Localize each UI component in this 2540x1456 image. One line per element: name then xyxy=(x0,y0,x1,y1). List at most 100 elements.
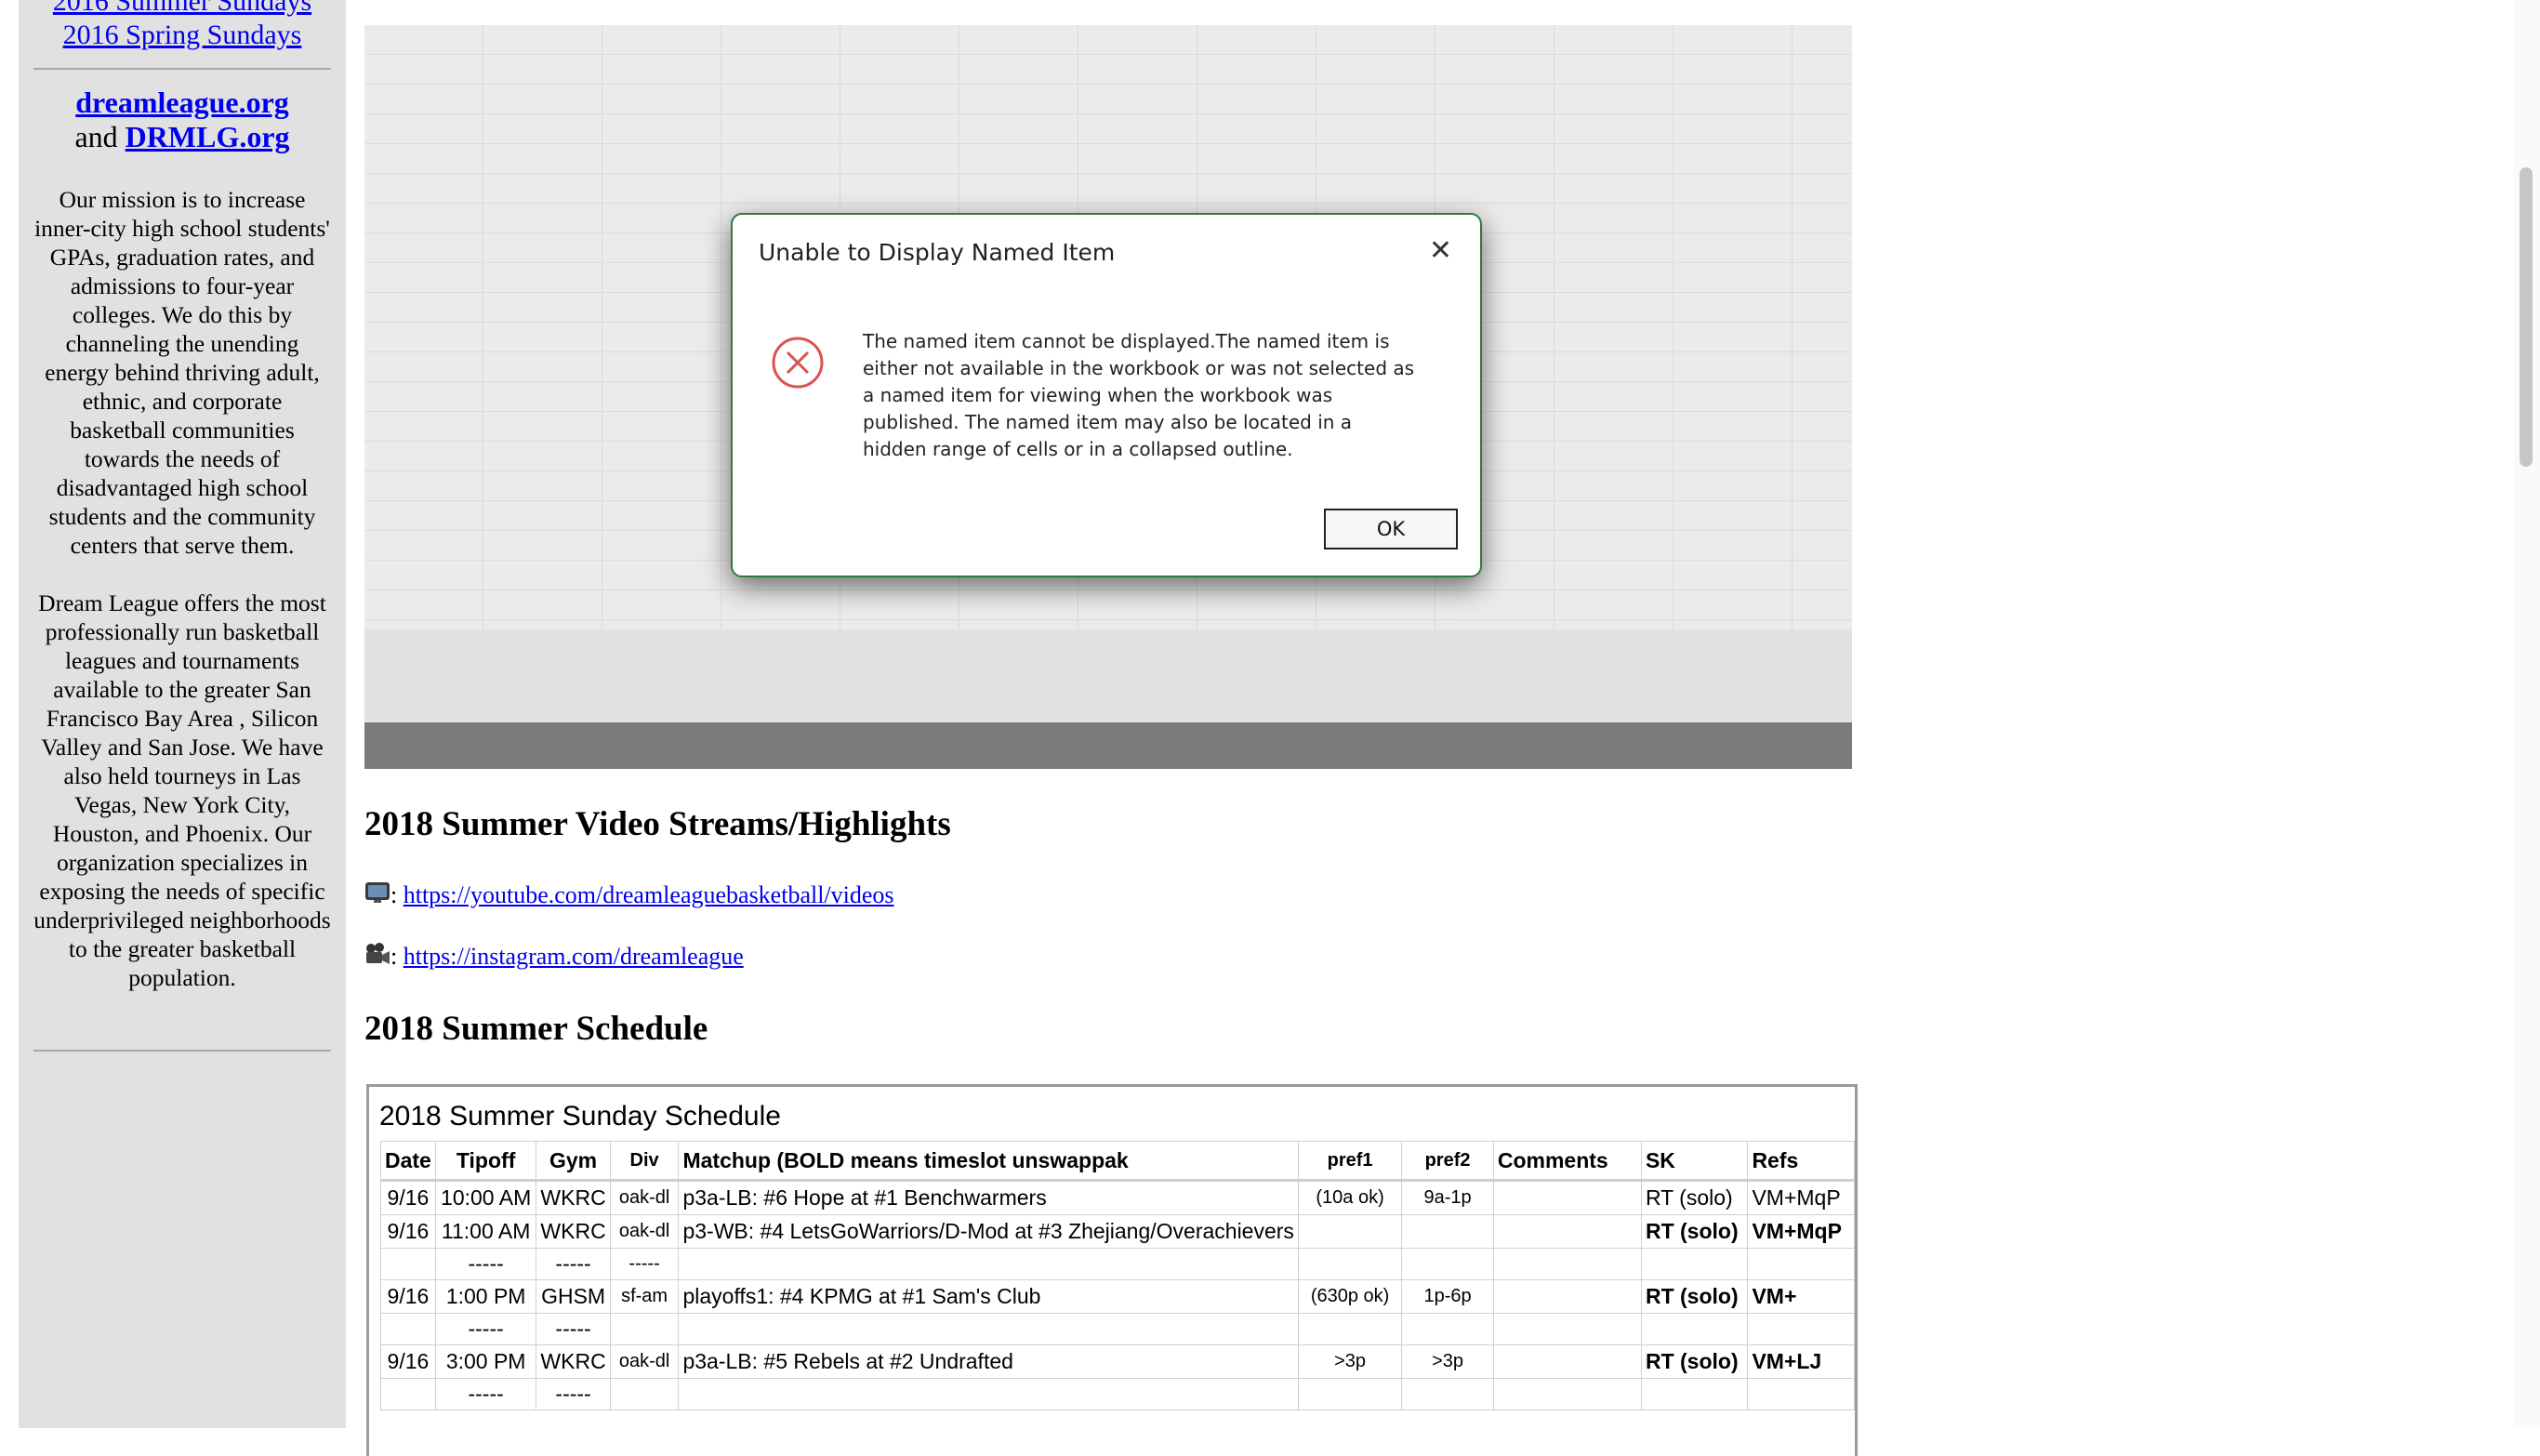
sidebar-link-2016-spring-sundays[interactable]: 2016 Spring Sundays xyxy=(19,19,346,52)
table-row: 9/16 11:00 AM WKRC oak-dl p3-WB: #4 LetsGoWa… xyxy=(380,1214,1855,1249)
page-scrollbar[interactable] xyxy=(2514,0,2540,1428)
cell-sk xyxy=(1640,1378,1749,1410)
cell-comments xyxy=(1492,1279,1642,1314)
instagram-row: : https://instagram.com/dreamleague xyxy=(364,942,744,972)
cell-pref1: (10a ok) xyxy=(1297,1180,1403,1215)
cell-pref2: 9a-1p xyxy=(1401,1180,1494,1215)
cell-gym: WKRC xyxy=(536,1180,611,1215)
cell-matchup: p3a-LB: #5 Rebels at #2 Undrafted xyxy=(678,1344,1299,1379)
cell-div: oak-dl xyxy=(609,1214,680,1249)
error-circle-x-icon xyxy=(772,337,824,389)
cell-gym: ----- xyxy=(536,1378,611,1410)
schedule-table-title: 2018 Summer Sunday Schedule xyxy=(379,1101,781,1132)
cell-pref2 xyxy=(1401,1378,1494,1410)
cell-pref1: >3p xyxy=(1297,1344,1403,1379)
cell-pref2 xyxy=(1401,1248,1494,1280)
col-pref1: pref1 xyxy=(1297,1141,1403,1182)
cell-matchup xyxy=(678,1378,1299,1410)
cell-tipoff: 10:00 AM xyxy=(434,1180,537,1215)
cell-pref1 xyxy=(1297,1214,1403,1249)
table-row: ----- ----- xyxy=(380,1313,1855,1345)
cell-sk: RT (solo) xyxy=(1640,1344,1749,1379)
cell-div: sf-am xyxy=(609,1279,680,1314)
dreamleague-link[interactable]: dreamleague.org xyxy=(75,86,289,119)
cell-div xyxy=(609,1313,680,1345)
brand-line-1: dreamleague.org xyxy=(19,86,346,120)
cell-pref1 xyxy=(1297,1248,1403,1280)
cell-tipoff: ----- xyxy=(434,1378,537,1410)
cell-refs: VM+MqP xyxy=(1747,1180,1855,1215)
cell-pref2: >3p xyxy=(1401,1344,1494,1379)
cell-tipoff: ----- xyxy=(434,1248,537,1280)
cell-comments xyxy=(1492,1378,1642,1410)
drmlg-link[interactable]: DRMLG.org xyxy=(126,120,290,153)
cell-div: ----- xyxy=(609,1248,680,1280)
sidebar-link-2016-summer-sundays[interactable]: 2016 Summer Sundays xyxy=(19,0,346,19)
cell-comments xyxy=(1492,1248,1642,1280)
cell-matchup: p3-WB: #4 LetsGoWarriors/D-Mod at #3 Zhe… xyxy=(678,1214,1299,1249)
cell-pref1 xyxy=(1297,1378,1403,1410)
sidebar-divider-bottom xyxy=(33,1050,331,1052)
cell-date: 9/16 xyxy=(380,1279,436,1314)
col-comments: Comments xyxy=(1492,1141,1642,1182)
workbook-status-bar xyxy=(364,722,1852,769)
cell-pref1 xyxy=(1297,1313,1403,1345)
cell-comments xyxy=(1492,1344,1642,1379)
col-matchup: Matchup (BOLD means timeslot unswappak xyxy=(678,1141,1299,1182)
schedule-table: Date Tipoff Gym Div Matchup (BOLD means … xyxy=(380,1141,1855,1410)
brand-and-text: and xyxy=(74,120,118,153)
cell-gym: WKRC xyxy=(536,1214,611,1249)
instagram-link[interactable]: https://instagram.com/dreamleague xyxy=(403,943,744,970)
ok-button[interactable]: OK xyxy=(1324,509,1458,549)
col-pref2: pref2 xyxy=(1401,1141,1494,1182)
table-row: ----- ----- xyxy=(380,1378,1855,1410)
workbook-blank-area xyxy=(364,629,1852,722)
cell-tipoff: 11:00 AM xyxy=(434,1214,537,1249)
cell-pref1: (630p ok) xyxy=(1297,1279,1403,1314)
television-icon xyxy=(365,882,390,903)
cell-div xyxy=(609,1378,680,1410)
cell-refs xyxy=(1747,1378,1855,1410)
cell-matchup xyxy=(678,1248,1299,1280)
cell-comments xyxy=(1492,1313,1642,1345)
dialog-message: The named item cannot be displayed.The n… xyxy=(863,330,1415,460)
table-row: ----- ----- ----- xyxy=(380,1248,1855,1280)
streams-heading: 2018 Summer Video Streams/Highlights xyxy=(364,805,951,843)
sidebar: 2016 Summer Sundays 2016 Spring Sundays … xyxy=(19,0,346,1428)
cell-gym: ----- xyxy=(536,1313,611,1345)
cell-refs: VM+ xyxy=(1747,1279,1855,1314)
youtube-separator: : xyxy=(390,881,398,908)
cell-sk: RT (solo) xyxy=(1640,1279,1749,1314)
cell-date xyxy=(380,1248,436,1280)
close-icon[interactable]: ✕ xyxy=(1429,237,1452,265)
youtube-row: : https://youtube.com/dreamleaguebasketb… xyxy=(364,880,894,910)
cell-div: oak-dl xyxy=(609,1344,680,1379)
col-tipoff: Tipoff xyxy=(434,1141,537,1182)
cell-matchup: p3a-LB: #6 Hope at #1 Benchwarmers xyxy=(678,1180,1299,1215)
cell-gym: GHSM xyxy=(536,1279,611,1314)
cell-date: 9/16 xyxy=(380,1180,436,1215)
cell-date: 9/16 xyxy=(380,1344,436,1379)
cell-matchup xyxy=(678,1313,1299,1345)
cell-sk xyxy=(1640,1248,1749,1280)
about-paragraph: Dream League offers the most professiona… xyxy=(33,589,331,991)
schedule-sheet: 2018 Summer Sunday Schedule Date Tipoff … xyxy=(366,1084,1858,1456)
instagram-separator: : xyxy=(390,943,398,970)
schedule-header-row: Date Tipoff Gym Div Matchup (BOLD means … xyxy=(380,1141,1855,1182)
brand-line-2: and DRMLG.org xyxy=(19,120,346,154)
cell-tipoff: ----- xyxy=(434,1313,537,1345)
col-div: Div xyxy=(609,1141,680,1182)
cell-comments xyxy=(1492,1180,1642,1215)
youtube-link[interactable]: https://youtube.com/dreamleaguebasketbal… xyxy=(403,881,894,908)
cell-tipoff: 3:00 PM xyxy=(434,1344,537,1379)
cell-pref2: 1p-6p xyxy=(1401,1279,1494,1314)
cell-sk xyxy=(1640,1313,1749,1345)
error-dialog: Unable to Display Named Item ✕ The named… xyxy=(731,213,1482,577)
col-refs: Refs xyxy=(1747,1141,1855,1182)
cell-gym: WKRC xyxy=(536,1344,611,1379)
cell-date: 9/16 xyxy=(380,1214,436,1249)
dialog-title: Unable to Display Named Item xyxy=(759,239,1116,266)
col-sk: SK xyxy=(1640,1141,1749,1182)
mission-paragraph: Our mission is to increase inner-city hi… xyxy=(34,186,330,559)
scrollbar-thumb[interactable] xyxy=(2520,167,2533,467)
